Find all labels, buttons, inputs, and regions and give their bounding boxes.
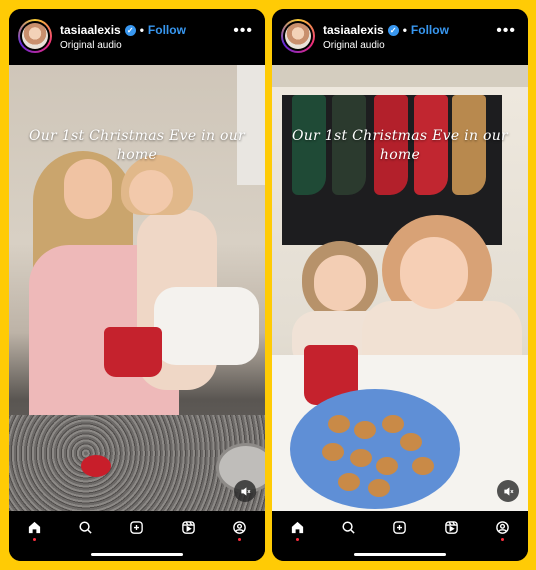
more-options-icon[interactable]: ••• bbox=[233, 23, 253, 39]
reels-icon[interactable] bbox=[440, 520, 462, 544]
reel-video[interactable]: Our 1st Christmas Eve in our home bbox=[9, 65, 265, 511]
post-header: tasiaalexis ✓ • Follow Original audio ••… bbox=[272, 9, 528, 65]
mute-icon[interactable] bbox=[497, 480, 519, 502]
reel-card-left: tasiaalexis ✓ • Follow Original audio ••… bbox=[9, 9, 265, 561]
create-icon[interactable] bbox=[389, 520, 411, 544]
username[interactable]: tasiaalexis bbox=[323, 23, 384, 37]
follow-button[interactable]: Follow bbox=[148, 23, 186, 37]
mute-icon[interactable] bbox=[234, 480, 256, 502]
verified-badge-icon: ✓ bbox=[124, 24, 136, 36]
search-icon[interactable] bbox=[338, 520, 360, 544]
avatar[interactable] bbox=[18, 19, 52, 53]
reel-card-right: tasiaalexis ✓ • Follow Original audio ••… bbox=[272, 9, 528, 561]
home-icon[interactable] bbox=[24, 520, 46, 544]
username[interactable]: tasiaalexis bbox=[60, 23, 121, 37]
more-options-icon[interactable]: ••• bbox=[496, 23, 516, 39]
create-icon[interactable] bbox=[126, 520, 148, 544]
home-indicator bbox=[354, 553, 446, 556]
audio-label[interactable]: Original audio bbox=[323, 40, 385, 51]
bottom-nav bbox=[272, 511, 528, 561]
home-icon[interactable] bbox=[287, 520, 309, 544]
bottom-nav bbox=[9, 511, 265, 561]
search-icon[interactable] bbox=[75, 520, 97, 544]
verified-badge-icon: ✓ bbox=[387, 24, 399, 36]
reels-icon[interactable] bbox=[177, 520, 199, 544]
profile-icon[interactable] bbox=[491, 520, 513, 544]
reel-video[interactable]: Our 1st Christmas Eve in our home bbox=[272, 65, 528, 511]
post-header: tasiaalexis ✓ • Follow Original audio ••… bbox=[9, 9, 265, 65]
video-caption: Our 1st Christmas Eve in our home bbox=[28, 128, 246, 163]
follow-button[interactable]: Follow bbox=[411, 23, 449, 37]
home-indicator bbox=[91, 553, 183, 556]
separator-dot: • bbox=[402, 23, 407, 37]
profile-icon[interactable] bbox=[228, 520, 250, 544]
separator-dot: • bbox=[139, 23, 144, 37]
audio-label[interactable]: Original audio bbox=[60, 40, 122, 51]
avatar[interactable] bbox=[281, 19, 315, 53]
video-caption: Our 1st Christmas Eve in our home bbox=[291, 128, 509, 163]
